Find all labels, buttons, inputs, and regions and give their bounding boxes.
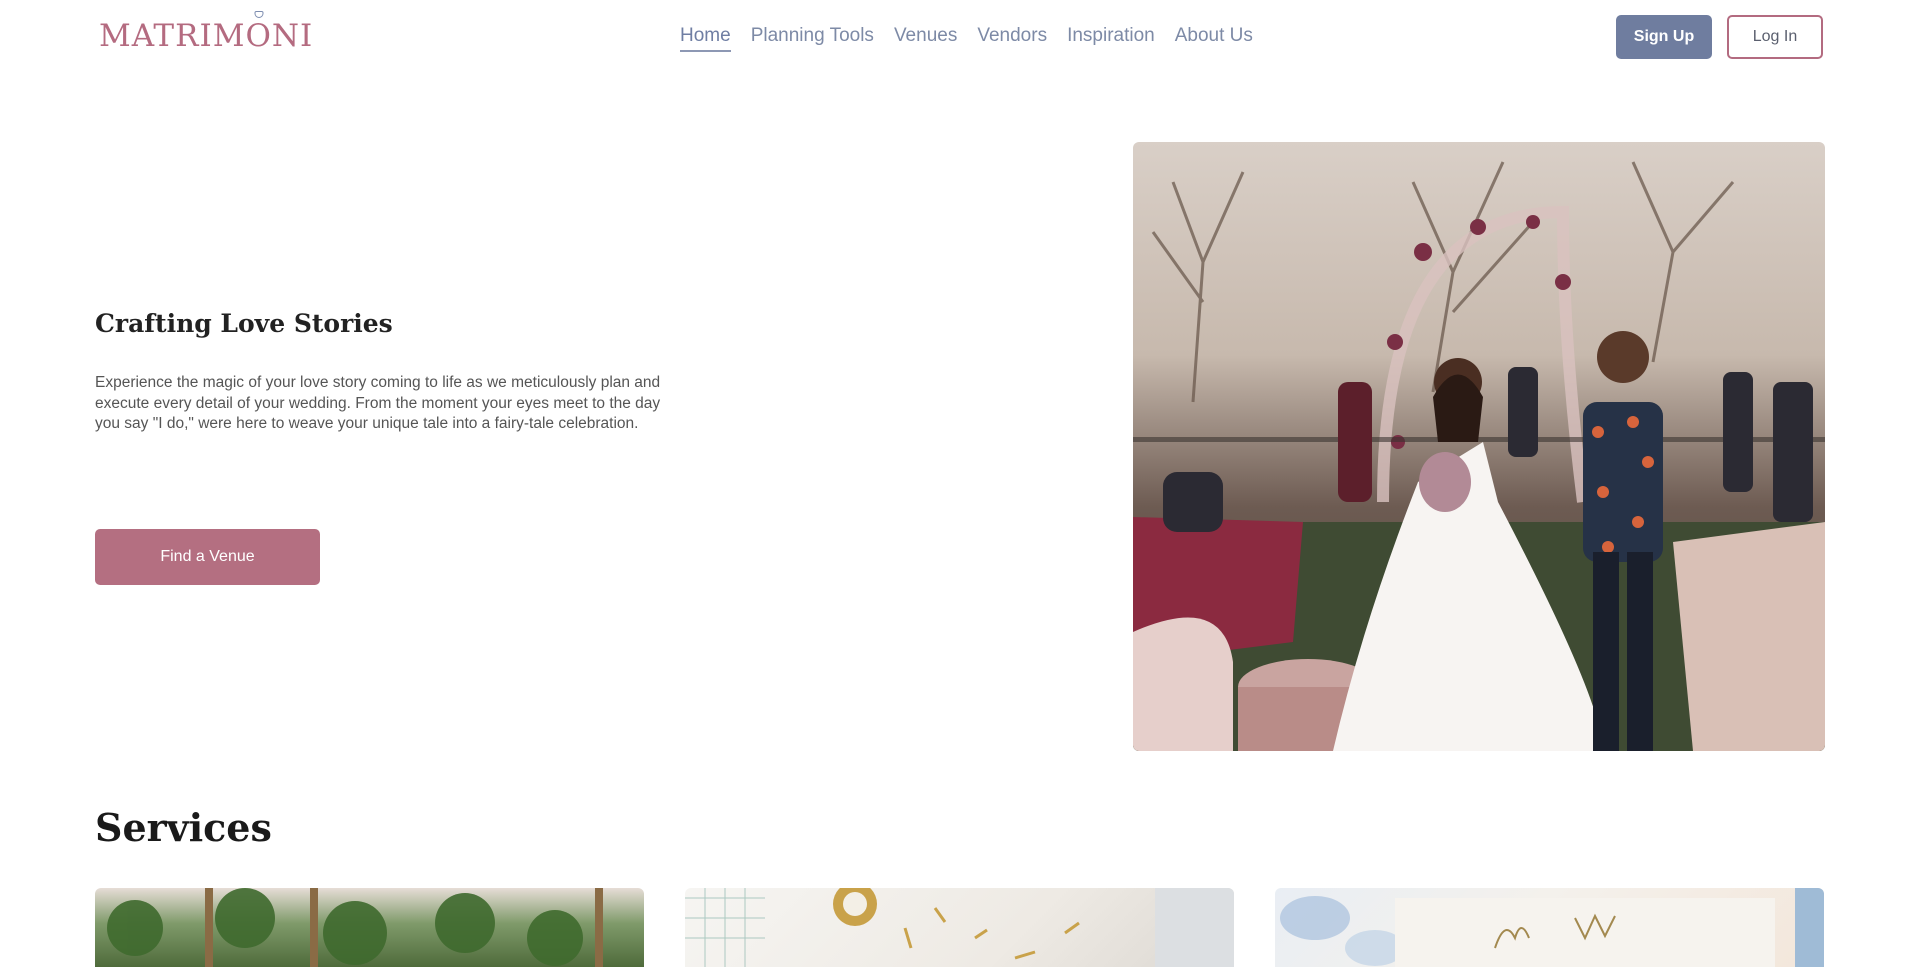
brand-logo[interactable]: MATRIM ONI (99, 11, 314, 54)
log-in-button[interactable]: Log In (1727, 15, 1823, 59)
top-navbar: MATRIM ONI Home Planning Tools Venues Ven… (0, 0, 1918, 76)
ring-gem-icon (254, 11, 264, 18)
nav-venues[interactable]: Venues (894, 25, 957, 52)
logo-ring-letter: O (245, 18, 272, 54)
service-card-planning[interactable] (685, 888, 1234, 967)
hero-wedding-photo (1133, 142, 1825, 751)
planning-desk-image (685, 888, 1234, 967)
wedding-stationery-image (1280, 888, 1824, 967)
sign-up-button[interactable]: Sign Up (1616, 15, 1712, 59)
logo-text-end: NI (271, 18, 314, 54)
services-title: Services (95, 805, 272, 850)
nav-planning-tools[interactable]: Planning Tools (751, 25, 874, 52)
hero-title: Crafting Love Stories (95, 309, 393, 338)
service-card-florals[interactable] (95, 888, 644, 967)
find-venue-button[interactable]: Find a Venue (95, 529, 320, 585)
hero-description: Experience the magic of your love story … (95, 374, 661, 432)
nav-home[interactable]: Home (680, 25, 731, 52)
nav-inspiration[interactable]: Inspiration (1067, 25, 1155, 52)
logo-ring-icon: O (245, 11, 272, 54)
main-nav: Home Planning Tools Venues Vendors Inspi… (680, 25, 1253, 52)
nav-about-us[interactable]: About Us (1175, 25, 1253, 52)
nav-vendors[interactable]: Vendors (977, 25, 1047, 52)
service-card-stationery[interactable] (1275, 888, 1824, 967)
wedding-couple-illustration (1133, 161, 1825, 751)
logo-text-start: MATRIM (99, 18, 246, 54)
floral-garden-image (107, 888, 603, 967)
